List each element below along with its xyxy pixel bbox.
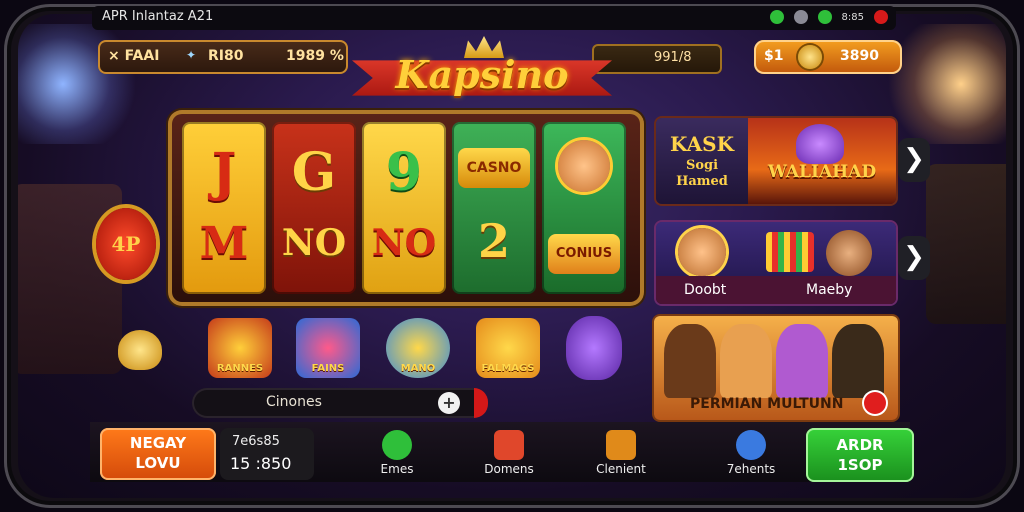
promo-title: WALIAHAD: [767, 162, 877, 182]
reel-symbol: NO: [371, 222, 437, 264]
reel-5: CONIUS: [542, 122, 626, 294]
promo-right: WALIAHAD: [748, 118, 896, 204]
character-face-icon: [558, 140, 610, 192]
game-icon-mano[interactable]: MANO: [386, 318, 450, 378]
promo-panel-3[interactable]: PERMIAN MULTUNN: [654, 316, 898, 420]
game-icon-fains[interactable]: FAINS: [296, 318, 360, 378]
nav-label: Domens: [484, 462, 534, 476]
promo-line: Sogi: [685, 158, 719, 173]
reel-symbol: 9: [385, 142, 423, 203]
player-stat: RI80: [208, 48, 244, 64]
arrow-icon: [382, 430, 412, 460]
button-line: 1SOP: [837, 456, 883, 474]
promo-line: Hamed: [676, 174, 728, 189]
game-icon-falmags[interactable]: FALMAGS: [476, 318, 540, 378]
promo-left: KASK Sogi Hamed: [656, 118, 748, 204]
promo-panel-2[interactable]: Doobt Maeby: [656, 222, 896, 304]
reel-symbol: NO: [281, 222, 347, 264]
side-badge-label: 4P: [111, 232, 141, 256]
trophy-icon: [606, 430, 636, 460]
promo-label-bar: Doobt Maeby: [656, 276, 896, 304]
play-now-button[interactable]: NEGAY LOVU: [100, 428, 216, 480]
stat-box: 7e6s85 15 :850: [220, 428, 314, 480]
game-icons-row: RANNES FAINS MANO FALMAGS: [200, 318, 620, 388]
game-icon-rannes[interactable]: RANNES: [208, 318, 272, 378]
nav-label: Emes: [380, 462, 414, 476]
next-arrow-button[interactable]: ❯: [898, 236, 930, 280]
record-icon[interactable]: [864, 392, 886, 414]
background-machine-left: [18, 184, 122, 374]
game-logo: Kapsino: [352, 36, 612, 108]
nav-label: Clenient: [596, 462, 646, 476]
game-icon-label: RANNES: [216, 363, 264, 374]
reel-symbol: J: [211, 142, 237, 203]
bonus-symbol: CONIUS: [548, 234, 620, 274]
status-signal: 8:85: [841, 11, 864, 23]
puzzle-icon: [494, 430, 524, 460]
avatar: [826, 230, 872, 276]
character-icon: [832, 324, 884, 398]
tag-icon: ✦: [186, 48, 197, 62]
casino-symbol: CASNO: [458, 148, 530, 188]
slot-machine[interactable]: J M G NO 9 NO CASNO 2 CONIUS: [168, 110, 644, 306]
promo-title: PERMIAN MULTUNN: [690, 396, 844, 412]
reel-2: G NO: [272, 122, 356, 294]
promo-label-left: Doobt: [684, 282, 727, 298]
status-bar: APR Inlantaz A21 8:85: [92, 6, 896, 30]
player-percent: 1989 %: [286, 48, 344, 64]
promo-panel-1[interactable]: KASK Sogi Hamed WALIAHAD: [656, 118, 896, 204]
nav-domens[interactable]: Domens: [464, 430, 554, 480]
logo-text: Kapsino: [395, 52, 569, 97]
nav-emes[interactable]: Emes: [352, 430, 442, 480]
alert-icon[interactable]: [874, 10, 888, 24]
stat-value: 15 :850: [230, 454, 292, 473]
promo-title: KASK: [670, 132, 734, 156]
nav-7ehents[interactable]: 7ehents: [706, 430, 796, 480]
nav-label: 7ehents: [726, 462, 776, 476]
status-title: APR Inlantaz A21: [102, 9, 214, 24]
button-line: LOVU: [135, 454, 181, 472]
next-arrow-button[interactable]: ❯: [898, 138, 930, 182]
promo-label-right: Maeby: [806, 282, 853, 298]
status-icons: 8:85: [769, 10, 888, 24]
cat-character-icon: [796, 124, 844, 164]
side-badge[interactable]: 4P: [96, 208, 156, 280]
carnival-icon: [766, 232, 814, 272]
game-icon-label: MANO: [400, 363, 436, 374]
reel-1: J M: [182, 122, 266, 294]
reel-symbol: 2: [477, 214, 510, 268]
sync-icon: [793, 10, 808, 24]
game-icon-label: FAINS: [311, 363, 345, 374]
balance-currency: $1: [764, 48, 784, 64]
player-info-bar[interactable]: × FAAI ✦ RI80 1989 %: [98, 40, 348, 74]
shop-button[interactable]: ARDR 1SOP: [806, 428, 914, 482]
gift-icon: [736, 430, 766, 460]
character-icon: [664, 324, 716, 398]
game-icon-label: FALMAGS: [481, 363, 535, 374]
character-icon: [776, 324, 828, 398]
avatar: [678, 228, 726, 276]
coin-balance[interactable]: $1 3890: [754, 40, 902, 74]
character-icon: [720, 324, 772, 398]
search-bar[interactable]: Cinones +: [192, 388, 488, 418]
reel-3: 9 NO: [362, 122, 446, 294]
balance-amount: 3890: [840, 48, 879, 64]
search-input[interactable]: Cinones: [266, 394, 322, 410]
reel-symbol: M: [199, 218, 249, 269]
nav-clenient[interactable]: Clenient: [576, 430, 666, 480]
player-name: × FAAI: [108, 48, 160, 64]
background-machine-right: [926, 164, 1006, 324]
bell-icon[interactable]: [118, 330, 162, 370]
reel-4: CASNO 2: [452, 122, 536, 294]
cat-mascot-icon: [566, 316, 622, 380]
reel-symbol: G: [291, 142, 337, 203]
stat-label: 7e6s85: [232, 434, 280, 449]
plus-icon[interactable]: +: [438, 392, 460, 414]
button-line: ARDR: [836, 436, 884, 454]
button-line: NEGAY: [129, 434, 187, 452]
mid-value: 991/8: [654, 50, 692, 65]
battery-icon: [817, 10, 832, 24]
wifi-icon: [769, 10, 784, 24]
coin-icon: [798, 45, 822, 69]
